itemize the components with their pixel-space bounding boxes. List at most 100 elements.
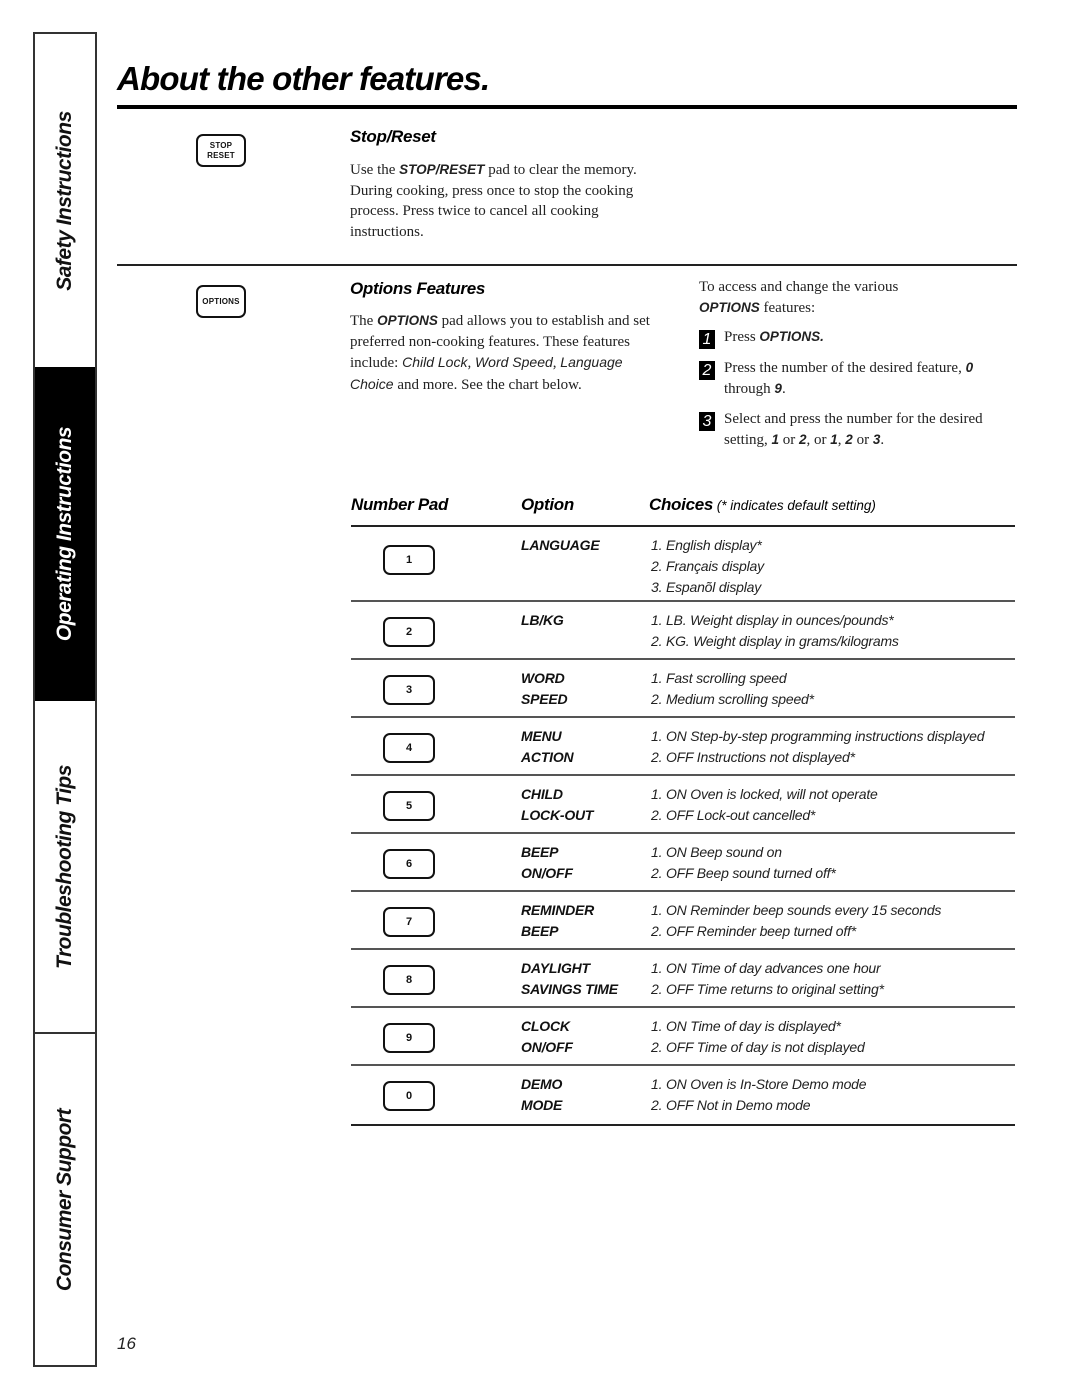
text: Press — [724, 329, 760, 345]
feature-name: Word Speed — [474, 354, 553, 370]
step-text: Press OPTIONS. — [724, 327, 824, 349]
pad-label: OPTIONS — [202, 296, 240, 306]
pad-label: RESET — [207, 150, 235, 160]
choice-item: 1. ON Oven is locked, will not operate — [651, 786, 878, 802]
table-row: 6 BEEP ON/OFF 1. ON Beep sound on 2. OFF Bee… — [351, 834, 1015, 892]
header-note: (* indicates default setting) — [713, 498, 876, 513]
column-header-number-pad: Number Pad — [351, 495, 449, 514]
choice-item: 1. ON Oven is In-Store Demo mode — [651, 1076, 867, 1092]
keyword: 0 — [965, 360, 974, 375]
text: or — [852, 431, 873, 448]
number-pad-key-5: 5 — [383, 791, 435, 821]
choice-item: 1. LB. Weight display in ounces/pounds* — [651, 612, 894, 628]
option-name: REMINDER BEEP — [521, 900, 594, 942]
step-1: 1 Press OPTIONS. — [699, 327, 824, 349]
option-name-line: MODE — [521, 1097, 563, 1113]
number-pad-key-0: 0 — [383, 1081, 435, 1111]
tab-label: Troubleshooting Tips — [53, 765, 77, 969]
option-name-line: ON/OFF — [521, 865, 573, 881]
number-pad-key-2: 2 — [383, 617, 435, 647]
choice-item: 2. OFF Lock-out cancelled* — [651, 807, 816, 823]
choice-item: 1. ON Time of day advances one hour — [651, 960, 881, 976]
text: . — [781, 380, 786, 397]
keyword: OPTIONS. — [759, 329, 824, 344]
table-row: 1 LANGUAGE 1. English display* 2. Français … — [351, 527, 1015, 602]
stop-reset-heading: Stop/Reset — [350, 127, 436, 146]
number-pad-key-1: 1 — [383, 545, 435, 575]
text: and more. See the chart below. — [393, 376, 582, 393]
table-row: 9 CLOCK ON/OFF 1. ON Time of day is display… — [351, 1008, 1015, 1066]
option-name: DEMO MODE — [521, 1074, 562, 1116]
option-name: DAYLIGHT SAVINGS TIME — [521, 958, 618, 1000]
table-row: 7 REMINDER BEEP 1. ON Reminder beep sounds … — [351, 892, 1015, 950]
option-name: LANGUAGE — [521, 535, 600, 556]
option-name-line: SAVINGS TIME — [521, 981, 618, 997]
choice-item: 2. OFF Reminder beep turned off* — [651, 923, 857, 939]
choice-item: 3. Espanõl display — [651, 579, 762, 595]
number-pad-key-6: 6 — [383, 849, 435, 879]
choice-item: 1. ON Reminder beep sounds every 15 seco… — [651, 902, 942, 918]
option-choices: 1. English display* 2. Français display 3.… — [651, 535, 764, 598]
choice-item: 2. OFF Time of day is not displayed — [651, 1039, 865, 1055]
stop-reset-pad-icon: STOP RESET — [196, 134, 246, 167]
step-text: Press the number of the desired feature,… — [724, 358, 1004, 399]
number-pad-key-9: 9 — [383, 1023, 435, 1053]
option-name-line: CLOCK — [521, 1018, 570, 1034]
choice-item: 1. ON Step-by-step programming instructi… — [651, 728, 985, 744]
pad-label: STOP — [209, 140, 233, 150]
tab-label: Consumer Support — [53, 1108, 77, 1291]
option-choices: 1. ON Oven is In-Store Demo mode 2. OFF N… — [651, 1074, 867, 1116]
choice-item: 2. OFF Beep sound turned off* — [651, 865, 836, 881]
option-name: CHILD LOCK-OUT — [521, 784, 593, 826]
choice-item: 1. English display* — [651, 537, 762, 553]
row-divider — [351, 1124, 1015, 1126]
tab-operating-instructions[interactable]: Operating Instructions — [35, 367, 95, 701]
option-name-line: LANGUAGE — [521, 537, 600, 553]
option-name-line: DAYLIGHT — [521, 960, 590, 976]
page-title: About the other features. — [117, 60, 490, 97]
step-number-badge: 3 — [699, 412, 715, 431]
text: through — [724, 380, 775, 397]
number-pad-key-3: 3 — [383, 675, 435, 705]
text: Press the number of the desired feature, — [724, 360, 966, 376]
keyword: OPTIONS — [377, 313, 438, 328]
table-row: 8 DAYLIGHT SAVINGS TIME 1. ON Time of day a… — [351, 950, 1015, 1008]
table-row: 5 CHILD LOCK-OUT 1. ON Oven is locked, will… — [351, 776, 1015, 834]
option-choices: 1. ON Step-by-step programming instructi… — [651, 726, 985, 768]
tab-consumer-support[interactable]: Consumer Support — [35, 1034, 95, 1365]
keyword: OPTIONS — [699, 299, 760, 315]
choice-item: 2. Français display — [651, 558, 764, 574]
feature-name: Child Lock — [402, 354, 468, 370]
option-choices: 1. ON Oven is locked, will not operate 2.… — [651, 784, 878, 826]
number-pad-key-8: 8 — [383, 965, 435, 995]
option-choices: 1. ON Time of day advances one hour 2. OF… — [651, 958, 884, 1000]
page-number: 16 — [117, 1334, 136, 1353]
section-divider — [117, 264, 1017, 266]
option-name-line: LOCK-OUT — [521, 807, 594, 823]
text: . — [880, 431, 885, 448]
tab-label: Safety Instructions — [53, 110, 77, 291]
text: , — [467, 355, 475, 371]
choice-item: 1. ON Beep sound on — [651, 844, 782, 860]
option-choices: 1. LB. Weight display in ounces/pounds* 2… — [651, 610, 899, 652]
text: features: — [759, 299, 816, 316]
choice-item: 2. Medium scrolling speed* — [651, 691, 814, 707]
option-name: WORD SPEED — [521, 668, 568, 710]
options-heading: Options Features — [350, 279, 486, 298]
option-choices: 1. ON Reminder beep sounds every 15 seco… — [651, 900, 941, 942]
tab-safety-instructions[interactable]: Safety Instructions — [35, 34, 95, 367]
keyword: 2 — [845, 431, 853, 447]
number-pad-key-7: 7 — [383, 907, 435, 937]
table-row: 4 MENU ACTION 1. ON Step-by-step programmin… — [351, 718, 1015, 776]
table-row: 3 WORD SPEED 1. Fast scrolling speed 2. Medi… — [351, 660, 1015, 718]
keyword: 1 — [771, 431, 780, 447]
option-name-line: BEEP — [521, 844, 559, 860]
option-name-line: WORD — [521, 670, 565, 686]
table-row: 0 DEMO MODE 1. ON Oven is In-Store Demo mod… — [351, 1066, 1015, 1126]
keyword: 1 — [830, 431, 838, 447]
text: To access and change the various — [699, 279, 899, 295]
option-name-line: SPEED — [521, 691, 568, 707]
option-name: CLOCK ON/OFF — [521, 1016, 573, 1058]
choice-item: 2. KG. Weight display in grams/kilograms — [651, 633, 899, 649]
tab-troubleshooting-tips[interactable]: Troubleshooting Tips — [35, 701, 95, 1033]
